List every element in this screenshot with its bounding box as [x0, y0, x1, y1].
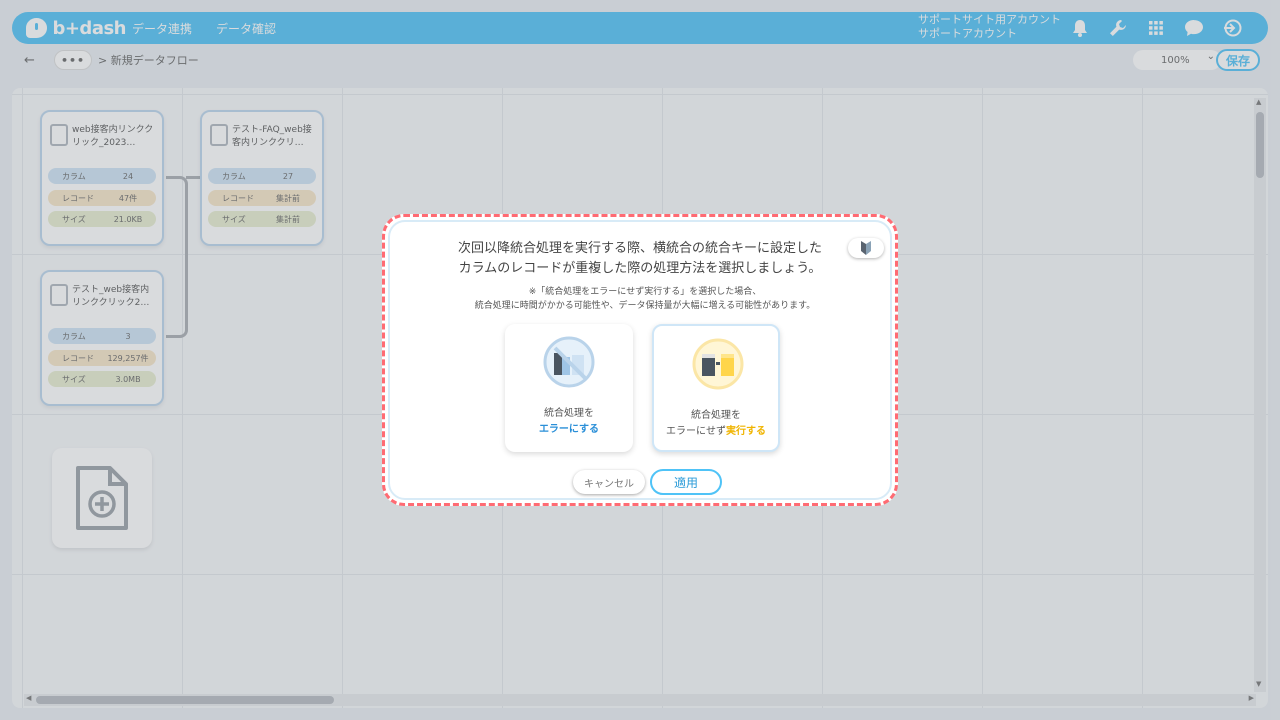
error-option-icon: [543, 336, 595, 388]
option-error-line1: 統合処理を: [544, 408, 594, 419]
option-execute-line2: エラーにせず実行する: [666, 426, 766, 437]
dialog-inner: 次回以降統合処理を実行する際、横統合の統合キーに設定した カラムのレコードが重複…: [388, 220, 892, 500]
beginner-help-button[interactable]: [848, 238, 884, 258]
cancel-button[interactable]: キャンセル: [573, 470, 645, 494]
dialog-note: ※「統合処理をエラーにせず実行する」を選択した場合、 統合処理に時間がかかる可能…: [474, 287, 816, 311]
beginner-mark-icon: [861, 241, 871, 255]
dialog-title: 次回以降統合処理を実行する際、横統合の統合キーに設定した カラムのレコードが重複…: [457, 241, 822, 276]
option-execute-line1: 統合処理を: [691, 410, 741, 421]
option-error[interactable]: 統合処理を エラーにする: [505, 324, 633, 452]
merge-key-dialog: 次回以降統合処理を実行する際、横統合の統合キーに設定した カラムのレコードが重複…: [382, 214, 898, 506]
option-execute[interactable]: 統合処理を エラーにせず実行する: [652, 324, 780, 452]
apply-button[interactable]: 適用: [650, 469, 722, 495]
execute-option-icon: [692, 338, 744, 390]
option-error-line2: エラーにする: [538, 424, 600, 435]
